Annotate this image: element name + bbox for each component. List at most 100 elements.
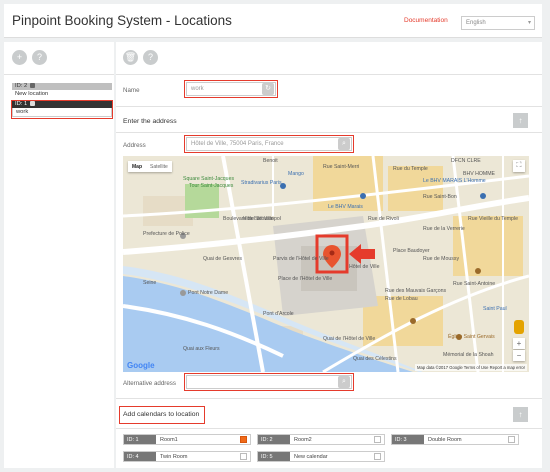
calendar-item[interactable]: ID: 3 Double Room bbox=[391, 434, 519, 445]
calendar-name: Room2 bbox=[294, 437, 312, 443]
map-label: Stradivarius Paris bbox=[241, 180, 282, 186]
divider bbox=[116, 398, 542, 399]
divider bbox=[116, 106, 542, 107]
calendar-checkbox[interactable] bbox=[240, 436, 247, 443]
calendar-checkbox[interactable] bbox=[508, 436, 515, 443]
fullscreen-icon: ⛶ bbox=[516, 162, 522, 169]
map-label: Quai des Célestins bbox=[353, 356, 397, 362]
google-logo: Google bbox=[127, 361, 155, 370]
minus-icon: − bbox=[516, 351, 522, 360]
map-type-map[interactable]: Map bbox=[128, 161, 146, 172]
map-label: BHV HOMME bbox=[463, 171, 495, 177]
map-label: Prefecture de Police bbox=[143, 231, 190, 237]
map-label: Quai aux Fleurs bbox=[183, 346, 220, 352]
trash-icon: 🗑 bbox=[124, 52, 137, 62]
language-value: English bbox=[466, 20, 486, 26]
map-label: Pont d'Arcole bbox=[263, 311, 294, 317]
arrow-up-icon: ↑ bbox=[518, 116, 523, 125]
arrow-up-icon: ↑ bbox=[518, 410, 523, 419]
map-label: Rue du Temple bbox=[393, 166, 428, 172]
map-label: Rue de Rivoli bbox=[368, 216, 399, 222]
calendar-name: Double Room bbox=[428, 437, 462, 443]
map-label: Rue de Moussy bbox=[423, 256, 460, 262]
location-name: New location bbox=[15, 91, 49, 97]
map-label: Rue de Lobau bbox=[385, 296, 418, 302]
alt-address-label: Alternative address bbox=[123, 380, 176, 387]
plus-icon: + bbox=[16, 52, 23, 62]
street-view-pegman-icon[interactable] bbox=[514, 320, 524, 334]
divider bbox=[116, 74, 542, 75]
address-label: Address bbox=[123, 142, 146, 149]
calendar-checkbox[interactable] bbox=[240, 453, 247, 460]
documentation-link[interactable]: Documentation bbox=[404, 17, 448, 24]
top-bar: Pinpoint Booking System - Locations Docu… bbox=[4, 4, 542, 38]
name-label: Name bbox=[123, 87, 140, 94]
plus-icon: + bbox=[516, 339, 522, 348]
calendar-id: ID: 2 bbox=[258, 435, 290, 444]
map-label: Saint Paul bbox=[483, 306, 507, 312]
calendar-checkbox[interactable] bbox=[374, 436, 381, 443]
calendar-id: ID: 1 bbox=[124, 435, 156, 444]
map-type-satellite[interactable]: Satellite bbox=[146, 161, 172, 172]
map-label: Rue Vieille du Temple bbox=[468, 216, 518, 222]
collapse-address-button[interactable]: ↑ bbox=[513, 113, 528, 128]
map-label: Quai de Gesvres bbox=[203, 256, 242, 262]
calendar-item[interactable]: ID: 4 Twin Room bbox=[123, 451, 251, 462]
map-label: Église Saint Gervais bbox=[448, 334, 495, 340]
address-section-title: Enter the address bbox=[123, 118, 177, 125]
question-icon: ? bbox=[36, 52, 42, 62]
calendar-checkbox[interactable] bbox=[374, 453, 381, 460]
locations-panel: + ? ID: 2 New location ID: 1 work bbox=[4, 42, 114, 468]
map-label: Le BHV Marais bbox=[328, 204, 363, 210]
user-icon bbox=[30, 83, 36, 88]
chevron-down-icon: ▾ bbox=[527, 20, 531, 26]
map-label: Le BHV MARAIS L'Homme bbox=[423, 178, 486, 184]
question-icon: ? bbox=[147, 52, 153, 62]
zoom-out-button[interactable]: − bbox=[513, 350, 525, 361]
map-label: Place de l'Hôtel de Ville bbox=[278, 276, 333, 282]
map-label: Rue des Mauvais Garçons bbox=[385, 288, 447, 294]
map-type-control[interactable]: Map Satellite bbox=[128, 161, 172, 172]
calendar-id: ID: 4 bbox=[124, 452, 156, 461]
calendar-name: New calendar bbox=[294, 454, 328, 460]
map-label: Rue Saint-Merri bbox=[323, 164, 360, 170]
map-label: Rue Saint-Bon bbox=[423, 194, 457, 200]
map-label: Hôtel de Ville bbox=[349, 264, 380, 270]
map-label: Mango bbox=[288, 171, 304, 177]
map-label: Seine bbox=[143, 280, 157, 286]
help-button[interactable]: ? bbox=[32, 50, 47, 65]
map-attribution[interactable]: Map data ©2017 Google Terms of Use Repor… bbox=[415, 364, 527, 371]
collapse-calendars-button[interactable]: ↑ bbox=[513, 407, 528, 422]
language-select[interactable]: English ▾ bbox=[461, 16, 535, 30]
location-item[interactable]: ID: 2 New location bbox=[12, 83, 112, 99]
map-label: Tour Saint-Jacques bbox=[189, 183, 234, 189]
map-label: Mémorial de la Shoah bbox=[443, 352, 494, 358]
map-label: Place Baudoyer bbox=[393, 248, 430, 254]
map-label: Square Saint-Jacques bbox=[183, 176, 235, 182]
divider bbox=[116, 428, 542, 429]
calendar-id: ID: 5 bbox=[258, 452, 290, 461]
highlight-box bbox=[11, 100, 113, 119]
delete-button[interactable]: 🗑 bbox=[123, 50, 138, 65]
map-label: Rue de la Verrerie bbox=[423, 226, 465, 232]
calendar-id: ID: 3 bbox=[392, 435, 424, 444]
map-label: Boulevard de Sébastopol bbox=[223, 216, 281, 222]
location-map[interactable]: Map Satellite ⛶ + − Benoit Mango Stradiva… bbox=[123, 156, 529, 372]
help-button[interactable]: ? bbox=[143, 50, 158, 65]
calendar-item[interactable]: ID: 2 Room2 bbox=[257, 434, 385, 445]
map-label: DFCN CLRE bbox=[451, 158, 481, 164]
add-location-button[interactable]: + bbox=[12, 50, 27, 65]
highlight-box bbox=[119, 406, 205, 424]
map-label: Pont Notre Dame bbox=[188, 290, 229, 296]
map-label: Rue Saint-Antoine bbox=[453, 281, 496, 287]
calendar-item[interactable]: ID: 1 Room1 bbox=[123, 434, 251, 445]
highlight-box bbox=[184, 373, 354, 391]
map-label: Quai de l'Hôtel de Ville bbox=[323, 336, 376, 342]
fullscreen-button[interactable]: ⛶ bbox=[513, 160, 525, 172]
location-id: ID: 2 bbox=[15, 83, 28, 90]
calendar-item[interactable]: ID: 5 New calendar bbox=[257, 451, 385, 462]
page-title: Pinpoint Booking System - Locations bbox=[12, 13, 232, 28]
zoom-in-button[interactable]: + bbox=[513, 338, 525, 349]
divider bbox=[116, 132, 542, 133]
divider bbox=[4, 74, 114, 75]
